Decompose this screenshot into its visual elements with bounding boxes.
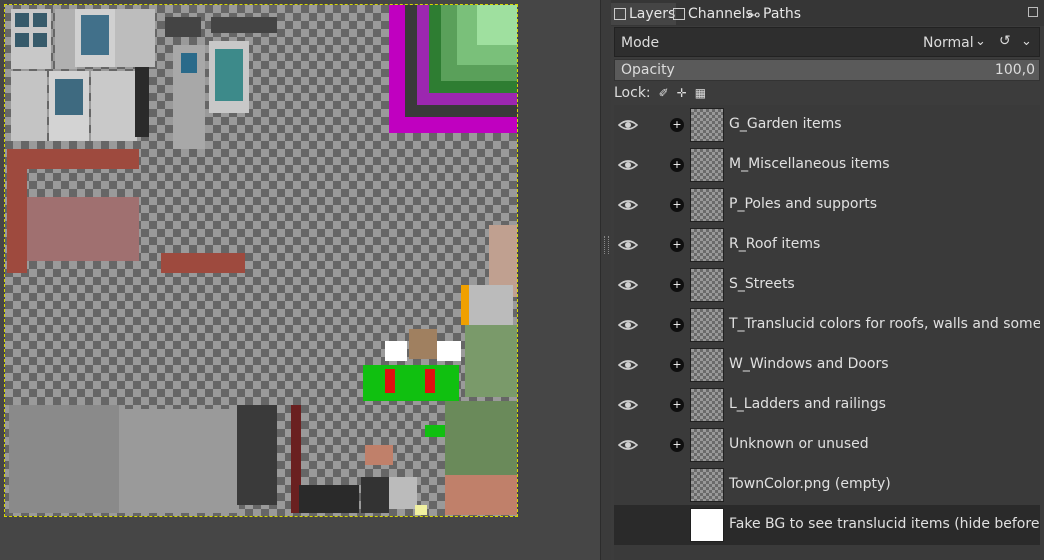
layer-name[interactable]: Unknown or unused [729,436,869,452]
lock-position-icon[interactable]: ✛ [677,86,687,100]
image-canvas[interactable] [4,4,518,517]
layer-row[interactable]: TownColor.png (empty) [614,465,1040,505]
layer-link-icon[interactable]: + [670,198,684,212]
canvas-area[interactable] [0,0,600,560]
layer-name[interactable]: M_Miscellaneous items [729,156,890,172]
lock-alpha-icon[interactable]: ▦ [695,86,706,100]
layer-link-icon[interactable]: + [670,398,684,412]
layer-thumbnail[interactable] [690,428,724,462]
channels-icon [673,8,685,20]
eye-icon[interactable] [617,435,639,455]
layer-row[interactable]: + M_Miscellaneous items [614,145,1040,185]
composite-mode-icon[interactable]: ↺ [999,33,1011,49]
layer-name[interactable]: T_Translucid colors for roofs, walls and… [729,316,1040,332]
tab-paths-label: Paths [763,6,802,22]
layer-link-icon[interactable]: + [670,158,684,172]
layer-link-icon[interactable]: + [670,318,684,332]
chevron-down-icon[interactable]: ⌄ [1021,34,1032,49]
chevron-down-icon[interactable]: ⌄ [975,34,986,49]
layer-thumbnail[interactable] [690,108,724,142]
eye-icon[interactable] [617,315,639,335]
layer-row[interactable]: + T_Translucid colors for roofs, walls an… [614,305,1040,345]
eye-icon[interactable] [617,155,639,175]
layer-link-icon[interactable]: + [670,438,684,452]
layer-row[interactable]: + W_Windows and Doors [614,345,1040,385]
layer-thumbnail[interactable] [690,388,724,422]
layer-thumbnail[interactable] [690,308,724,342]
resize-grip-icon[interactable] [604,236,609,254]
layer-row[interactable]: Fake BG to see translucid items (hide be… [614,505,1040,545]
dock-tabs: Layers Channels ⚯ Paths [611,0,1044,26]
opacity-label: Opacity [621,62,675,78]
dock-menu-icon[interactable] [1028,7,1038,17]
dock-separator[interactable] [600,0,611,560]
opacity-value[interactable]: 100,0 [995,62,1035,78]
layer-name[interactable]: Fake BG to see translucid items (hide be… [729,516,1040,532]
layer-row[interactable]: + G_Garden items [614,105,1040,145]
layers-list[interactable]: + G_Garden items + M_Miscellaneous items + P_… [614,105,1040,560]
layer-thumbnail[interactable] [690,228,724,262]
layer-row[interactable]: + L_Ladders and railings [614,385,1040,425]
layer-thumbnail[interactable] [690,468,724,502]
layer-name[interactable]: L_Ladders and railings [729,396,886,412]
layer-row[interactable]: + R_Roof items [614,225,1040,265]
layer-name[interactable]: G_Garden items [729,116,842,132]
layer-link-icon[interactable]: + [670,238,684,252]
lock-label: Lock: [614,85,651,101]
tileset-artwork [7,5,517,515]
layers-icon [614,8,626,20]
tab-paths[interactable]: ⚯ Paths [748,3,801,25]
layer-link-icon[interactable]: + [670,358,684,372]
layer-row[interactable]: + P_Poles and supports [614,185,1040,225]
layer-name[interactable]: R_Roof items [729,236,820,252]
tab-channels[interactable]: Channels [673,3,753,25]
layer-thumbnail[interactable] [690,508,724,542]
layer-link-icon[interactable]: + [670,278,684,292]
eye-icon[interactable] [617,195,639,215]
mode-value[interactable]: Normal [923,35,974,51]
layer-thumbnail[interactable] [690,268,724,302]
mode-selector[interactable]: Mode Normal ⌄ ↺ ⌄ [614,27,1040,57]
paths-icon: ⚯ [748,8,760,24]
tab-layers[interactable]: Layers [611,3,676,25]
layer-name[interactable]: TownColor.png (empty) [729,476,891,492]
layers-dock: Layers Channels ⚯ Paths Mode Normal ⌄ ↺ … [611,0,1044,560]
eye-icon[interactable] [617,395,639,415]
layer-row[interactable]: + S_Streets [614,265,1040,305]
eye-icon[interactable] [617,115,639,135]
eye-icon[interactable] [617,235,639,255]
layer-thumbnail[interactable] [690,348,724,382]
eye-icon[interactable] [617,355,639,375]
layer-name[interactable]: W_Windows and Doors [729,356,889,372]
tab-layers-label: Layers [629,6,676,22]
layer-row[interactable]: + Unknown or unused [614,425,1040,465]
eye-icon[interactable] [617,275,639,295]
layer-thumbnail[interactable] [690,188,724,222]
mode-label: Mode [621,35,660,51]
lock-row: Lock: ✐ ✛ ▦ [614,84,706,102]
layer-name[interactable]: P_Poles and supports [729,196,877,212]
layer-name[interactable]: S_Streets [729,276,795,292]
opacity-slider[interactable]: Opacity 100,0 [614,59,1040,81]
lock-pixels-icon[interactable]: ✐ [659,86,669,100]
layer-link-icon[interactable]: + [670,118,684,132]
layer-thumbnail[interactable] [690,148,724,182]
tab-channels-label: Channels [688,6,753,22]
